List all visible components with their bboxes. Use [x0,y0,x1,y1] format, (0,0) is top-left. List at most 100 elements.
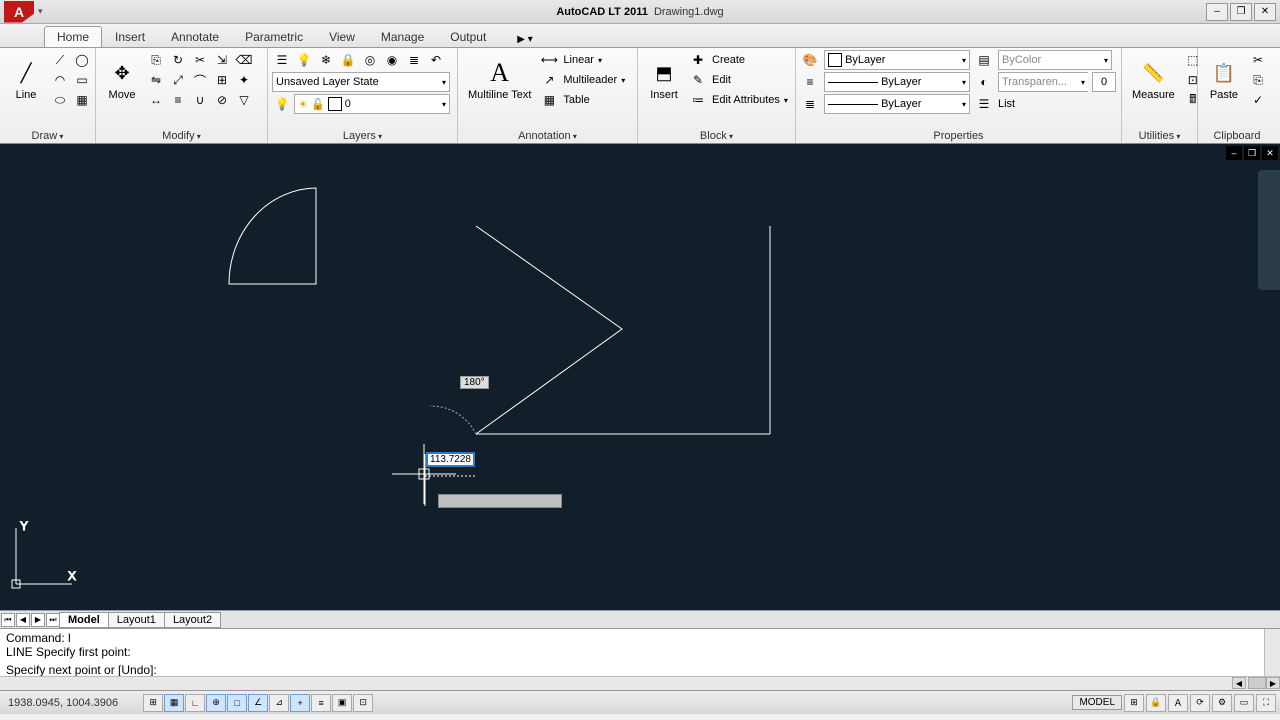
match-icon[interactable]: ✓ [1248,90,1268,110]
edit-attr-button[interactable]: ≔ Edit Attributes ▾ [688,90,788,110]
join-icon[interactable]: ∪ [190,90,210,110]
measure-button[interactable]: 📏 Measure [1126,57,1181,103]
grid-toggle[interactable]: ▦ [164,694,184,712]
tab-layout1[interactable]: Layout1 [108,612,165,628]
layer-prev-icon[interactable]: ↶ [426,50,446,70]
tab-home[interactable]: Home [44,26,102,47]
tab-annotate[interactable]: Annotate [158,26,232,47]
layer-state-combo[interactable]: Unsaved Layer State [272,72,450,92]
linetype-combo[interactable]: ByLayer [824,72,970,92]
layer-freeze-icon[interactable]: ❄ [316,50,336,70]
otrack-toggle[interactable]: ∠ [248,694,268,712]
list-icon[interactable]: ☰ [974,94,994,114]
erase-icon[interactable]: ⌫ [234,50,254,70]
multileader-button[interactable]: ↗ Multileader ▾ [539,70,625,90]
status-annovisibility-icon[interactable]: Ａ [1168,694,1188,712]
snap-toggle[interactable]: ⊞ [143,694,163,712]
model-paper-toggle[interactable]: MODEL [1072,695,1122,710]
arc-icon[interactable]: ◠ [50,70,70,90]
dyn-toggle[interactable]: + [290,694,310,712]
tab-model-space[interactable]: Model [59,612,109,628]
polar-toggle[interactable]: ⊕ [206,694,226,712]
mtext-button[interactable]: A Multiline Text [462,57,537,103]
tab-layout2[interactable]: Layout2 [164,612,221,628]
tab-manage[interactable]: Manage [368,26,437,47]
trim-icon[interactable]: ✂ [190,50,210,70]
osnap-toggle[interactable]: □ [227,694,247,712]
tab-parametric[interactable]: Parametric [232,26,316,47]
array-icon[interactable]: ⊞ [212,70,232,90]
hatch-icon[interactable]: ▦ [72,90,92,110]
minimize-button[interactable]: – [1206,3,1228,21]
drawing-canvas[interactable]: – ❐ ✕ Y X 180° 113.7228 [0,144,1280,610]
plotcolor-combo[interactable]: ByColor [998,50,1112,70]
ducs-toggle[interactable]: ⊿ [269,694,289,712]
tab-extras[interactable]: ▶ ▾ [509,32,541,47]
status-workspace-icon[interactable]: ⚙ [1212,694,1232,712]
transparency-value[interactable]: 0 [1092,72,1116,92]
tab-output[interactable]: Output [437,26,499,47]
break-icon[interactable]: ⊘ [212,90,232,110]
ortho-toggle[interactable]: ∟ [185,694,205,712]
panel-draw-title[interactable]: Draw [0,129,95,143]
insert-block-button[interactable]: ⬒ Insert [642,57,686,103]
layer-iso-icon[interactable]: ◎ [360,50,380,70]
lineweight-combo[interactable]: ByLayer [824,94,970,114]
rotate-icon[interactable]: ↻ [168,50,188,70]
layer-uniso-icon[interactable]: ◉ [382,50,402,70]
explode-icon[interactable]: ✦ [234,70,254,90]
tpy-toggle[interactable]: ▣ [332,694,352,712]
layer-props-icon[interactable]: ☰ [272,50,292,70]
status-cleanscreen-icon[interactable]: ⛶ [1256,694,1276,712]
extend-icon[interactable]: ⇲ [212,50,232,70]
offset-icon[interactable]: ≡ [168,90,188,110]
doc-minimize-button[interactable]: – [1226,146,1242,160]
app-icon[interactable]: A [4,1,34,23]
color-combo[interactable]: ByLayer [824,50,970,70]
layer-bulb-icon[interactable]: 💡 [272,94,292,114]
qp-toggle[interactable]: ⊡ [353,694,373,712]
tab-insert[interactable]: Insert [102,26,158,47]
rect-icon[interactable]: ▭ [72,70,92,90]
line-tool-button[interactable]: ╱ Line [4,57,48,103]
layout-last-button[interactable]: ⏭ [46,613,60,627]
fillet-icon[interactable]: ⌒ [190,70,210,90]
lwt-toggle[interactable]: ≡ [311,694,331,712]
navigation-bar[interactable] [1258,170,1280,290]
doc-close-button[interactable]: ✕ [1262,146,1278,160]
layer-match-icon[interactable]: ≣ [404,50,424,70]
command-hscrollbar[interactable]: ◀ ▶ [0,676,1280,690]
create-block-button[interactable]: ✚ Create [688,50,788,70]
chamfer-icon[interactable]: ▽ [234,90,254,110]
polyline-icon[interactable]: ⟋ [50,50,70,70]
layer-off-icon[interactable]: 💡 [294,50,314,70]
table-button[interactable]: ▦ Table [539,90,625,110]
tab-view[interactable]: View [316,26,368,47]
mirror-icon[interactable]: ⇋ [146,70,166,90]
panel-utilities-title[interactable]: Utilities [1122,129,1197,143]
cut-icon[interactable]: ✂ [1248,50,1268,70]
stretch-icon[interactable]: ↔ [146,90,166,110]
scale-icon[interactable]: ⤢ [168,70,188,90]
status-annoscale-icon[interactable]: ⊞ [1124,694,1144,712]
dynamic-input[interactable]: 113.7228 [426,452,475,467]
linear-dim-button[interactable]: ⟷ Linear ▾ [539,50,625,70]
current-layer-combo[interactable]: ☀ 🔓 0 [294,94,450,114]
edit-block-button[interactable]: ✎ Edit [688,70,788,90]
panel-block-title[interactable]: Block [638,129,795,143]
panel-annotation-title[interactable]: Annotation [458,129,637,143]
layer-lock-icon[interactable]: 🔒 [338,50,358,70]
paste-button[interactable]: 📋 Paste [1202,57,1246,103]
panel-modify-title[interactable]: Modify [96,129,267,143]
layout-next-button[interactable]: ▶ [31,613,45,627]
command-window[interactable]: Command: l LINE Specify first point: Spe… [0,628,1280,690]
status-lock-icon[interactable]: 🔒 [1146,694,1166,712]
close-button[interactable]: ✕ [1254,3,1276,21]
move-tool-button[interactable]: ✥ Move [100,57,144,103]
layout-first-button[interactable]: ⏮ [1,613,15,627]
list-button[interactable]: List [998,98,1015,110]
coordinate-display[interactable]: 1938.0945, 1004.3906 [0,697,126,709]
copy-clip-icon[interactable]: ⎘ [1248,70,1268,90]
status-annoauto-icon[interactable]: ⟳ [1190,694,1210,712]
command-vscrollbar[interactable] [1264,629,1280,676]
